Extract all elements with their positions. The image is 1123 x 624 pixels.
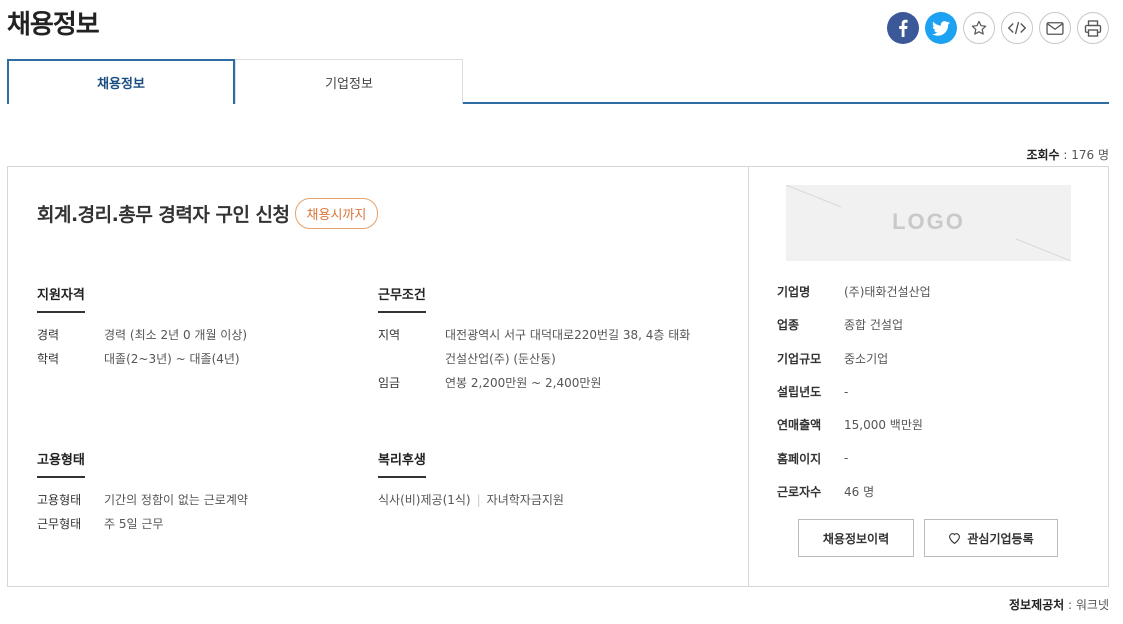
heart-icon xyxy=(949,533,961,544)
company-logo: LOGO xyxy=(786,185,1071,261)
print-button[interactable] xyxy=(1077,12,1109,44)
welfare-section: 복리후생 식사(비)제공(1식) | 자녀학자금지원 xyxy=(378,449,564,512)
qualification-heading: 지원자격 xyxy=(37,284,85,313)
job-history-button-label: 채용정보이력 xyxy=(822,531,890,546)
bookmark-button[interactable] xyxy=(963,12,995,44)
employment-type-value: 기간의 정함이 없는 근로계약 xyxy=(104,493,248,507)
tab-job-info[interactable]: 채용정보 xyxy=(7,59,235,104)
salary-value: 연봉 2,200만원 ~ 2,400만원 xyxy=(445,376,602,390)
work-type-value: 주 5일 근무 xyxy=(104,517,164,531)
welfare-heading: 복리후생 xyxy=(378,449,426,478)
page-title: 채용정보 xyxy=(7,10,100,40)
welfare-item: 자녀학자금지원 xyxy=(486,493,564,507)
education-label: 학력 xyxy=(37,352,60,366)
facebook-icon xyxy=(899,19,908,37)
job-title: 회계.경리.총무 경력자 구인 신청 xyxy=(37,204,290,226)
qualification-section: 지원자격 경력 경력 (최소 2년 0 개월 이상) 학력 대졸(2~3년) ~ 대… xyxy=(37,284,247,371)
annual-revenue-label: 연매출액 xyxy=(777,418,822,433)
company-name-value: (주)태화건설산업 xyxy=(844,285,931,300)
info-source-value: 워크넷 xyxy=(1075,598,1109,612)
founded-year-value: - xyxy=(844,384,849,399)
tab-bar: 채용정보 기업정보 xyxy=(7,59,1109,104)
founded-year-label: 설립년도 xyxy=(777,385,822,400)
job-title-row: 회계.경리.총무 경력자 구인 신청 채용시까지 xyxy=(37,198,379,229)
share-bar xyxy=(887,12,1109,44)
conditions-section: 근무조건 지역 대전광역시 서구 대덕대로220번길 38, 4층 태화건설산업(… xyxy=(378,284,690,395)
region-line-2: 건설산업(주) (둔산동) xyxy=(445,352,556,366)
annual-revenue-value: 15,000 백만원 xyxy=(844,418,923,433)
annual-revenue-row: 연매출액 15,000 백만원 xyxy=(777,408,931,441)
work-type-label: 근무형태 xyxy=(37,517,82,531)
homepage-label: 홈페이지 xyxy=(777,451,822,466)
employment-type-label: 고용형태 xyxy=(37,493,82,507)
industry-row: 업종 종합 건설업 xyxy=(777,308,931,341)
homepage-value: - xyxy=(844,451,849,466)
founded-year-row: 설립년도 - xyxy=(777,375,931,408)
employee-count-value: 46 명 xyxy=(844,484,875,499)
info-source-label: 정보제공처 xyxy=(1009,598,1065,612)
career-value: 경력 (최소 2년 0 개월 이상) xyxy=(104,328,248,342)
print-icon xyxy=(1084,19,1102,37)
deadline-badge: 채용시까지 xyxy=(294,198,379,229)
facebook-share-button[interactable] xyxy=(887,12,919,44)
career-label: 경력 xyxy=(37,328,60,342)
favorite-company-button[interactable]: 관심기업등록 xyxy=(924,519,1058,557)
mail-icon xyxy=(1046,21,1064,35)
employment-heading: 고용형태 xyxy=(37,449,85,478)
favorite-company-button-label: 관심기업등록 xyxy=(967,531,1034,546)
education-value: 대졸(2~3년) ~ 대졸(4년) xyxy=(104,352,240,366)
company-name-label: 기업명 xyxy=(777,285,811,300)
employee-count-row: 근로자수 46 명 xyxy=(777,475,931,508)
view-count-value: 176 명 xyxy=(1071,148,1109,162)
embed-code-button[interactable] xyxy=(1001,12,1033,44)
tab-company-info[interactable]: 기업정보 xyxy=(235,59,463,104)
region-line-1: 대전광역시 서구 대덕대로220번길 38, 4층 태화 xyxy=(445,328,691,342)
employee-count-label: 근로자수 xyxy=(777,484,822,499)
welfare-divider: | xyxy=(476,493,481,507)
email-share-button[interactable] xyxy=(1039,12,1071,44)
region-value: 대전광역시 서구 대덕대로220번길 38, 4층 태화건설산업(주) (둔산동… xyxy=(445,323,690,371)
company-size-label: 기업규모 xyxy=(777,351,822,366)
region-label: 지역 xyxy=(378,328,401,342)
twitter-share-button[interactable] xyxy=(925,12,957,44)
salary-label: 임금 xyxy=(378,376,401,390)
industry-value: 종합 건설업 xyxy=(844,318,904,333)
job-info-pane: 회계.경리.총무 경력자 구인 신청 채용시까지 지원자격 경력 경력 (최소 2… xyxy=(8,167,749,586)
industry-label: 업종 xyxy=(777,318,800,333)
view-count-label: 조회수 xyxy=(1026,148,1060,162)
welfare-item: 식사(비)제공(1식) xyxy=(378,493,471,507)
star-icon xyxy=(971,20,987,35)
company-info-list: 기업명 (주)태화건설산업 업종 종합 건설업 기업규모 중소기업 설립년도 - 연매출… xyxy=(777,275,931,508)
job-detail-panel: 회계.경리.총무 경력자 구인 신청 채용시까지 지원자격 경력 경력 (최소 2… xyxy=(7,166,1109,587)
company-pane: LOGO 기업명 (주)태화건설산업 업종 종합 건설업 기업규모 중소기업 설립년도… xyxy=(749,167,1108,586)
company-size-row: 기업규모 중소기업 xyxy=(777,342,931,375)
company-size-value: 중소기업 xyxy=(844,351,889,366)
view-count: 조회수 : 176 명 xyxy=(1026,148,1109,162)
conditions-heading: 근무조건 xyxy=(378,284,426,313)
employment-section: 고용형태 고용형태 기간의 정함이 없는 근로계약 근무형태 주 5일 근무 xyxy=(37,449,248,536)
code-icon xyxy=(1008,21,1026,35)
company-name-row: 기업명 (주)태화건설산업 xyxy=(777,275,931,308)
twitter-icon xyxy=(932,20,950,36)
logo-text: LOGO xyxy=(892,209,965,234)
homepage-row: 홈페이지 - xyxy=(777,441,931,474)
job-history-button[interactable]: 채용정보이력 xyxy=(798,519,914,557)
info-source: 정보제공처 : 워크넷 xyxy=(1009,598,1109,612)
